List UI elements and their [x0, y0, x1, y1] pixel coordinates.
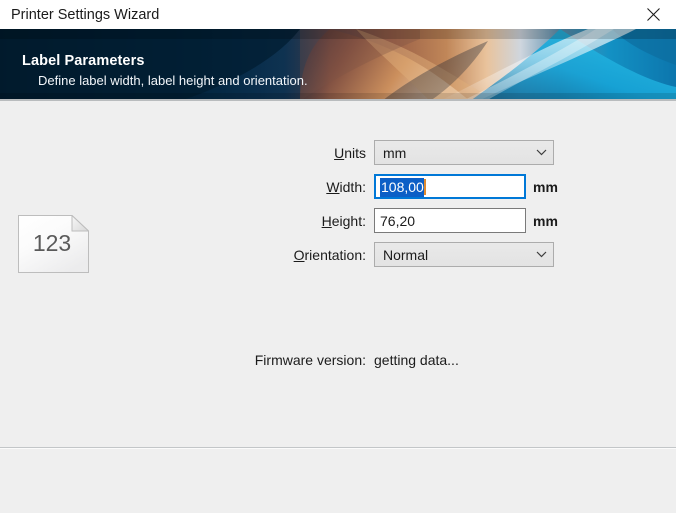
width-value-wrap: 108,00 [376, 177, 426, 197]
units-label: Units [180, 145, 366, 161]
orientation-accesskey: O [293, 247, 305, 263]
height-label: Height: [180, 213, 366, 229]
wizard-content: 123 Units mm Width: 108,00 mm Height: 76… [0, 101, 676, 448]
title-bar: Printer Settings Wizard [0, 0, 676, 29]
banner-title: Label Parameters [22, 53, 145, 69]
banner-divider [0, 99, 676, 101]
height-value: 76,20 [380, 212, 416, 229]
wizard-window: Printer Settings Wizard Label Parameters… [0, 0, 676, 513]
chevron-down-icon [529, 149, 553, 156]
firmware-version-label: Firmware version: [254, 352, 366, 368]
banner-subtitle: Define label width, label height and ori… [38, 73, 308, 88]
orientation-combobox[interactable]: Normal [374, 242, 554, 267]
orientation-label-text: Orientation: [293, 247, 366, 263]
width-accesskey: W [326, 179, 340, 195]
height-input[interactable]: 76,20 [374, 208, 526, 233]
chevron-down-icon [529, 251, 553, 258]
units-label-text: Units [334, 145, 366, 161]
units-combobox[interactable]: mm [374, 140, 554, 165]
label-preview-text: 123 [33, 230, 71, 256]
label-page-icon: 123 [18, 215, 89, 273]
width-input[interactable]: 108,00 [374, 174, 526, 199]
width-label-text: Width: [326, 179, 366, 195]
window-title: Printer Settings Wizard [11, 7, 160, 23]
text-caret [423, 178, 426, 195]
height-label-text: Height: [321, 213, 366, 229]
units-accesskey: U [334, 145, 345, 161]
wizard-banner: Label Parameters Define label width, lab… [0, 29, 676, 101]
width-unit-suffix: mm [533, 179, 558, 195]
width-label: Width: [180, 179, 366, 195]
orientation-value: Normal [383, 246, 429, 263]
close-button[interactable] [630, 0, 676, 29]
orientation-label: Orientation: [180, 247, 366, 263]
label-preview: 123 [18, 215, 89, 273]
wizard-footer: Help Cancel < Back Next > Finish [0, 449, 676, 513]
width-value: 108,00 [380, 177, 424, 197]
units-value: mm [383, 144, 407, 161]
close-icon [646, 8, 660, 21]
height-accesskey: H [321, 213, 332, 229]
height-unit-suffix: mm [533, 213, 558, 229]
firmware-version-value: getting data... [374, 352, 459, 368]
